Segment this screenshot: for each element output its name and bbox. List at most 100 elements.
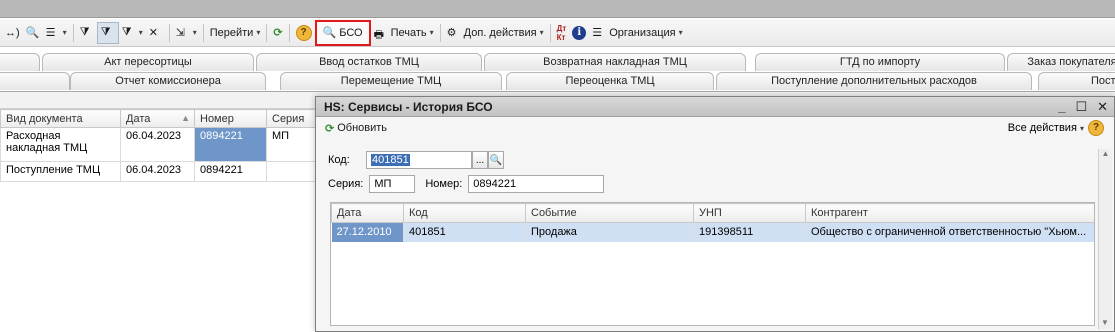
tab-partial[interactable] (0, 72, 70, 90)
code-label: Код: (328, 154, 350, 166)
number-input[interactable]: 0894221 (468, 175, 605, 193)
help-icon: ? (295, 24, 312, 41)
tab-gtd-po-importu[interactable]: ГТД по импорту (755, 53, 1005, 71)
column-header-event[interactable]: Событие (525, 203, 694, 223)
print-label: Печать (390, 26, 427, 39)
cell-series: МП (266, 127, 316, 162)
info-icon: i (572, 25, 587, 40)
tab-akt-peresortitsy[interactable]: Акт пересортицы (42, 53, 254, 71)
dialog-title-bar[interactable]: HS: Сервисы - История БСО _ ☐ ✕ (316, 97, 1114, 117)
all-actions-label: Все действия (1007, 122, 1077, 134)
dialog-title: HS: Сервисы - История БСО (324, 99, 493, 114)
column-header-counterparty[interactable]: Контрагент (805, 203, 1094, 223)
refresh-label: Обновить (337, 122, 388, 134)
organization-button[interactable]: ☰ Организация ▾ (589, 22, 685, 44)
bso-label: БСО (339, 26, 363, 39)
tab-zakaz-pokupatelya[interactable]: Заказ покупателя (1007, 53, 1115, 71)
help-icon[interactable]: ? (1088, 120, 1104, 136)
sort-icon: ▲ (181, 112, 190, 123)
series-number-row: Серия: МП Номер: 0894221 (328, 175, 605, 193)
number-label: Номер: (425, 178, 463, 190)
cell-date: 06.04.2023 (120, 161, 195, 182)
documents-table: Вид документа Дата ▲ Номер Серия Расходна… (0, 109, 316, 182)
goto-button[interactable]: Перейти ▾ (207, 22, 264, 44)
tab-pereotsenka[interactable]: Переоценка ТМЦ (506, 72, 714, 90)
vertical-scrollbar[interactable]: ▲ ▼ (1098, 149, 1112, 329)
toolbar-separator (266, 23, 268, 42)
select-button[interactable]: ... (472, 151, 488, 169)
refresh-icon[interactable]: ⟳ (270, 22, 285, 44)
list-mode-icon[interactable]: ☰ ▾ (43, 22, 70, 44)
search-icon[interactable]: 🔍 (488, 151, 504, 169)
column-header-date[interactable]: Дата (331, 203, 404, 223)
series-input[interactable]: МП (369, 175, 416, 193)
dt-kt-icon[interactable]: Дт Кт (554, 22, 570, 44)
cell-doc-type: Поступление ТМЦ (0, 161, 121, 182)
nav-arrows-button[interactable]: ↔) (2, 22, 23, 44)
more-actions-button[interactable]: ⚙ Доп. действия ▾ (444, 22, 547, 44)
scroll-down-icon[interactable]: ▼ (1099, 318, 1111, 327)
minimize-icon[interactable]: _ (1058, 99, 1065, 115)
search-icon: 🔍 (322, 27, 337, 39)
maximize-icon[interactable]: ☐ (1075, 99, 1087, 115)
refresh-icon: ⟳ (325, 122, 335, 135)
dialog-toolbar: ⟳ Обновить Все действия ▾ ? (316, 117, 1114, 139)
cell-doc-type: Расходная накладная ТМЦ (0, 127, 121, 162)
actions-icon: ⚙ (446, 26, 457, 39)
printer-icon: 🖶 (373, 28, 384, 41)
bso-history-table: Дата Код Событие УНП Контрагент 27.12.20… (330, 202, 1095, 326)
goto-label: Перейти (209, 26, 254, 39)
scroll-up-icon[interactable]: ▲ (1099, 149, 1112, 158)
table-row[interactable]: 27.12.2010 401851 Продажа 191398511 Обще… (331, 222, 1094, 242)
toolbar-separator (288, 23, 290, 42)
close-icon[interactable]: ✕ (1097, 99, 1108, 115)
table-row[interactable]: Поступление ТМЦ 06.04.2023 0894221 (0, 161, 316, 182)
print-button[interactable]: 🖶 Печать ▾ (371, 22, 437, 44)
code-value: 401851 (371, 154, 410, 166)
organization-label: Организация (609, 26, 676, 39)
find-icon[interactable]: 🔍 (23, 22, 43, 44)
tab-postuplenie-dop-rashodov[interactable]: Поступление дополнительных расходов (716, 72, 1032, 90)
filter-icon[interactable]: ⧩ (77, 22, 97, 44)
bso-history-dialog: HS: Сервисы - История БСО _ ☐ ✕ ⟳ Обновит… (315, 96, 1115, 332)
clear-filter-icon[interactable]: ✕ (146, 22, 166, 44)
cell-number: 0894221 (194, 161, 267, 182)
main-toolbar: ↔) 🔍 ☰ ▾ ⧩ ⧩ ⧩ ▾ ✕ ⇲ ▾ Перейти ▾ ⟳ ? 🔍 БСО 🖶 П… (0, 19, 1115, 47)
cell-date: 27.12.2010 (331, 222, 404, 242)
cell-code: 401851 (403, 222, 526, 242)
bso-button[interactable]: 🔍 БСО (314, 19, 371, 46)
filter-by-value-icon[interactable]: ⧩ (96, 21, 119, 44)
column-header-number[interactable]: Номер (194, 109, 267, 128)
toolbar-separator (549, 23, 551, 42)
org-icon: ☰ (592, 26, 603, 39)
tab-partial[interactable] (0, 53, 40, 71)
filter-list-icon[interactable]: ⧩ ▾ (119, 22, 146, 44)
more-actions-label: Доп. действия (463, 26, 537, 39)
column-header-series[interactable]: Серия (266, 109, 316, 128)
code-row: Код: 401851 ... 🔍 (328, 151, 504, 169)
refresh-button[interactable]: ⟳ Обновить (322, 117, 390, 139)
date-header-label: Дата (126, 112, 151, 125)
toolbar-separator (168, 23, 170, 42)
structure-icon[interactable]: ⇲ ▾ (173, 22, 200, 44)
cell-counterparty: Общество с ограниченной ответственностью… (805, 222, 1094, 242)
tab-vozvratnaya-nakladnaya[interactable]: Возвратная накладная ТМЦ (484, 53, 746, 71)
help-button[interactable]: ? (293, 22, 315, 44)
series-label: Серия: (328, 178, 364, 190)
tab-otchet-komissionera[interactable]: Отчет комиссионера (70, 72, 266, 90)
column-header-doc-type[interactable]: Вид документа (0, 109, 121, 128)
info-button[interactable]: i (569, 22, 589, 44)
tab-postuplenie-partial[interactable]: Пост (1038, 72, 1115, 90)
column-header-unp[interactable]: УНП (693, 203, 806, 223)
column-header-code[interactable]: Код (403, 203, 526, 223)
window-top-strip (0, 0, 1115, 18)
tab-vvod-ostatkov[interactable]: Ввод остатков ТМЦ (256, 53, 482, 71)
tabs-row-1: Акт пересортицы Ввод остатков ТМЦ Возвра… (0, 53, 1115, 71)
toolbar-separator (202, 23, 204, 42)
toolbar-separator (72, 23, 74, 42)
column-header-date[interactable]: Дата ▲ (120, 109, 195, 128)
code-input[interactable]: 401851 (366, 151, 472, 169)
all-actions-button[interactable]: Все действия ▾ (1008, 122, 1084, 134)
table-row[interactable]: Расходная накладная ТМЦ 06.04.2023 08942… (0, 127, 316, 162)
tab-peremeshchenie[interactable]: Перемещение ТМЦ (280, 72, 502, 90)
